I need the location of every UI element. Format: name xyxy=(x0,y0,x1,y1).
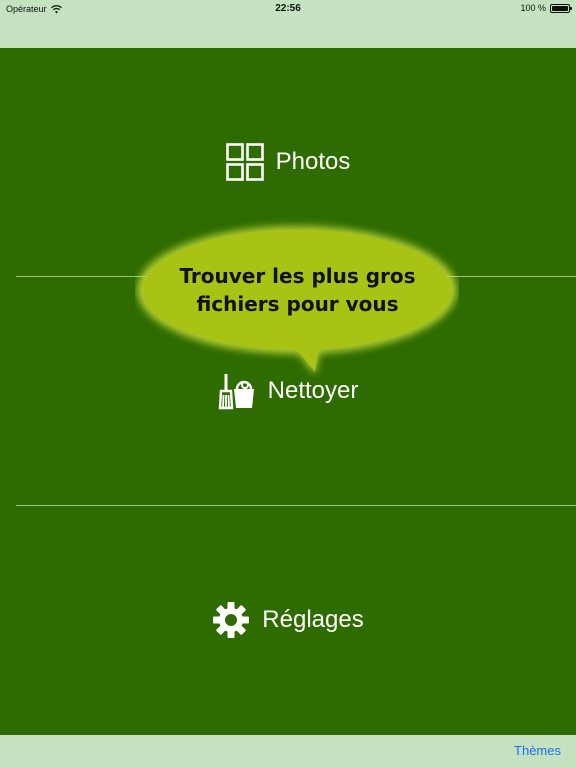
photos-label: Photos xyxy=(275,148,351,175)
status-right: 100 % xyxy=(520,3,572,13)
top-bar: Opérateur 22:56 100 % xyxy=(0,0,576,48)
battery-percent: 100 % xyxy=(520,3,546,13)
clean-label: Nettoyer xyxy=(267,377,359,404)
gear-icon xyxy=(213,602,250,638)
tooltip-text: Trouver les plus gros fichiers pour vous xyxy=(150,262,445,318)
settings-label: Réglages xyxy=(262,606,364,633)
photos-button[interactable]: Photos xyxy=(0,132,576,192)
themes-button[interactable]: Thèmes xyxy=(514,743,561,758)
clean-button-content: Nettoyer xyxy=(218,372,359,410)
settings-button[interactable]: Réglages xyxy=(0,590,576,650)
divider-2 xyxy=(16,505,576,506)
status-time: 22:56 xyxy=(275,3,301,14)
status-bar: Opérateur 22:56 100 % xyxy=(0,0,576,18)
battery-icon xyxy=(550,3,572,13)
tooltip-line-2: fichiers pour vous xyxy=(196,292,399,316)
main-panel: Photos Nettoyer Réglages xyxy=(0,48,576,735)
broom-bucket-icon xyxy=(218,374,254,410)
photos-button-content: Photos xyxy=(225,143,351,181)
bottom-toolbar: Thèmes xyxy=(0,735,576,768)
grid-icon xyxy=(225,143,264,181)
tooltip-line-1: Trouver les plus gros xyxy=(179,264,416,288)
settings-button-content: Réglages xyxy=(212,601,364,639)
clean-button[interactable]: Nettoyer xyxy=(0,361,576,421)
